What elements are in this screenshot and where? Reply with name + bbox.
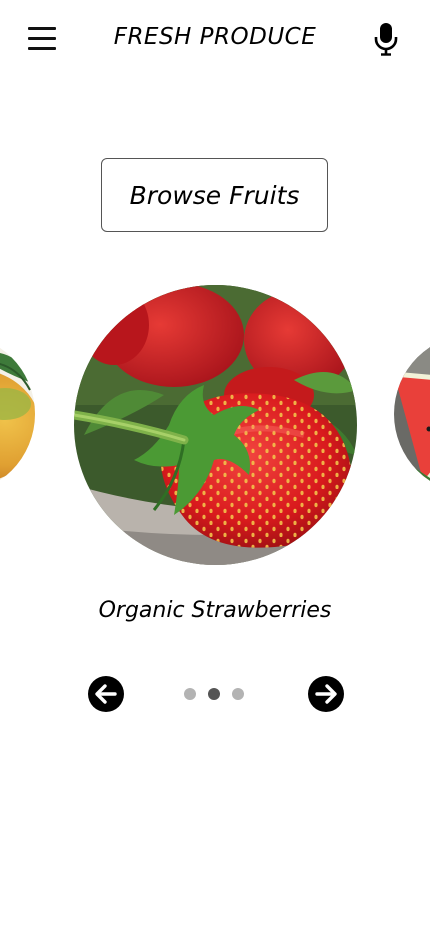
browse-fruits-button[interactable]: Browse Fruits — [101, 158, 328, 232]
next-button[interactable] — [308, 676, 344, 712]
carousel-item-mango[interactable] — [0, 334, 35, 494]
mango-photo — [0, 334, 35, 494]
strawberries-photo — [74, 285, 357, 565]
pagination-dot-3[interactable] — [232, 688, 244, 700]
carousel-item-watermelon[interactable] — [394, 334, 430, 494]
fruit-name-caption: Organic Strawberries — [98, 598, 332, 623]
microphone-icon — [374, 23, 398, 56]
previous-button[interactable] — [88, 676, 124, 712]
arrow-right-icon — [315, 684, 337, 704]
pagination-dot-1[interactable] — [184, 688, 196, 700]
app-header: FRESH PRODUCE — [0, 0, 430, 80]
voice-search-button[interactable] — [372, 22, 400, 56]
app-title: FRESH PRODUCE — [113, 24, 317, 50]
pagination-dot-2-active[interactable] — [208, 688, 220, 700]
fruit-carousel[interactable] — [0, 280, 430, 570]
watermelon-photo — [394, 334, 430, 494]
carousel-item-strawberries[interactable] — [74, 285, 357, 565]
carousel-pagination — [184, 688, 244, 700]
arrow-left-icon — [95, 684, 117, 704]
